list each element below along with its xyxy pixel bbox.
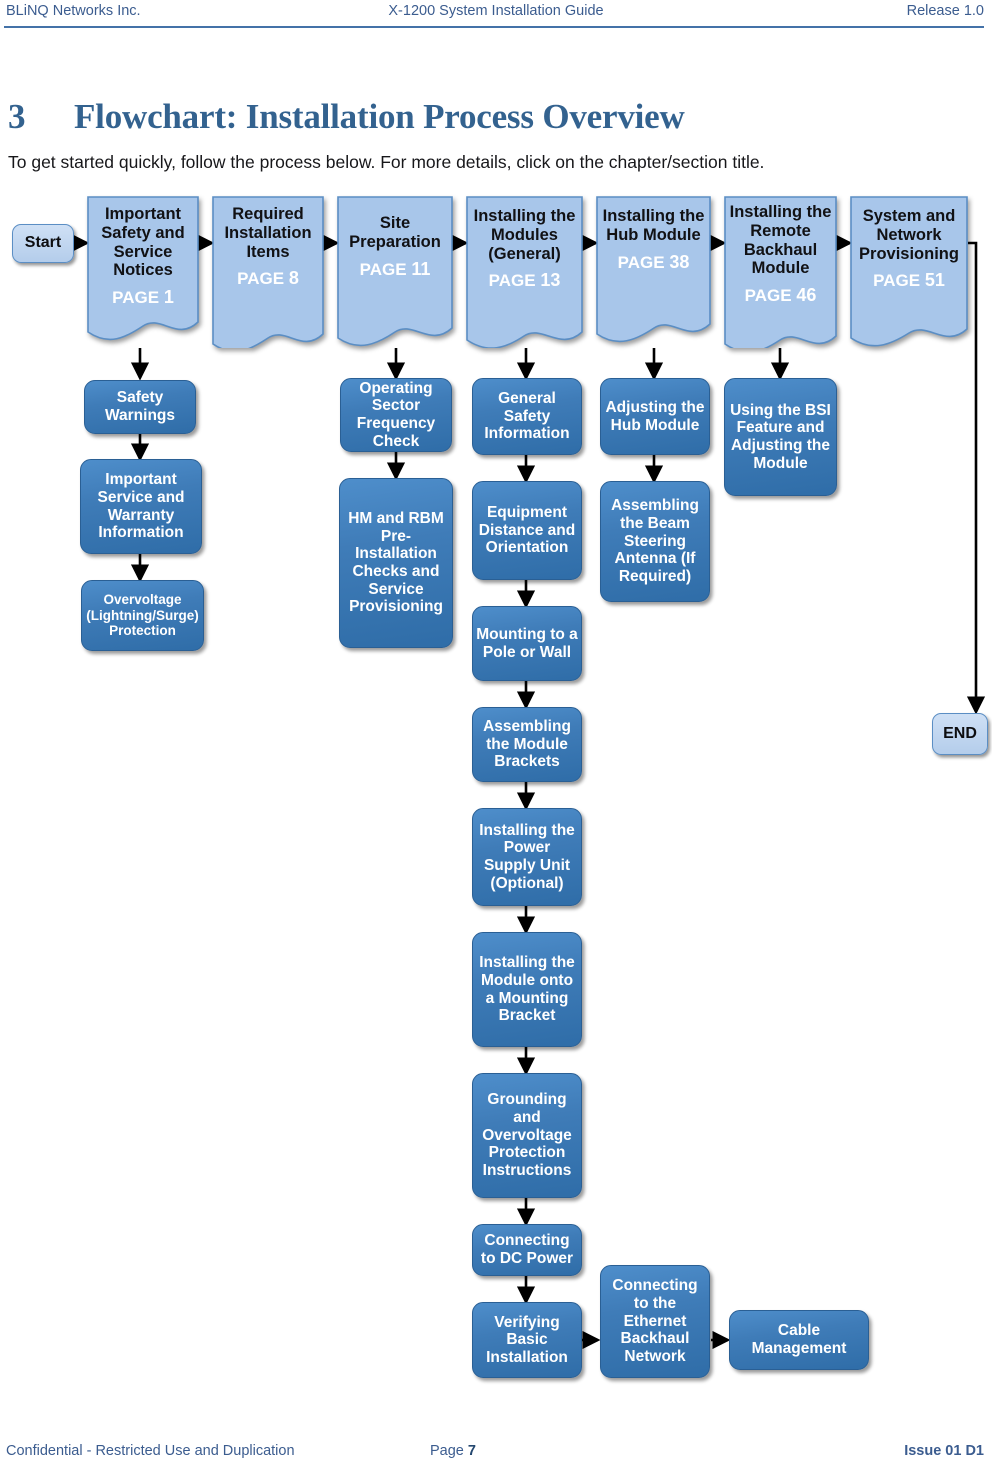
flow-section-adjusting-the-hub-module[interactable]: Adjusting the Hub Module: [600, 378, 710, 455]
flow-chapter-label: Installing the Hub Module: [602, 207, 705, 244]
flow-section-label: Connecting to DC Power: [480, 1232, 574, 1267]
flow-section-connecting-to-the-ethernet-backhaul-network[interactable]: Connecting to the Ethernet Backhaul Netw…: [600, 1265, 710, 1378]
flow-section-label: Cable Management: [751, 1322, 847, 1357]
flow-section-label: Grounding and Overvoltage Protection Ins…: [482, 1091, 572, 1179]
footer-confidential-notice: Confidential - Restricted Use and Duplic…: [6, 1443, 295, 1459]
flow-section-verifying-basic-installation[interactable]: Verifying Basic Installation: [472, 1302, 582, 1378]
flow-section-label: Assembling the Beam Steering Antenna (If…: [611, 497, 699, 585]
footer-page-number: 7: [467, 1443, 476, 1459]
footer-page-indicator: Page 7: [430, 1443, 476, 1459]
flow-section-installing-the-module-onto-a-mounting-bracket[interactable]: Installing the Module onto a Mounting Br…: [472, 932, 582, 1047]
flow-chapter-page: PAGE 38: [617, 251, 690, 272]
flow-section-operating-sector-frequency-check[interactable]: Operating Sector Frequency Check: [340, 378, 452, 452]
flow-section-label: Assembling the Module Brackets: [483, 718, 571, 771]
flow-chapter-label: Installing the Remote Backhaul Module: [729, 203, 832, 278]
flow-section-assembling-the-beam-steering-antenna-if-required[interactable]: Assembling the Beam Steering Antenna (If…: [600, 481, 710, 602]
flow-section-assembling-the-module-brackets[interactable]: Assembling the Module Brackets: [472, 707, 582, 782]
flow-section-label: Important Service and Warranty Informati…: [97, 471, 185, 542]
flow-section-cable-management[interactable]: Cable Management: [729, 1310, 869, 1370]
flow-chapter-label: Required Installation Items: [224, 205, 312, 261]
flow-section-label: General Safety Information: [484, 390, 570, 443]
flow-chapter-page: PAGE 51: [873, 270, 945, 291]
flow-chapter-page: PAGE 11: [359, 258, 431, 279]
flow-node-start-label: Start: [24, 234, 62, 252]
flow-section-important-service-and-warranty-information[interactable]: Important Service and Warranty Informati…: [80, 459, 202, 554]
flow-section-label: Verifying Basic Installation: [486, 1313, 568, 1366]
flow-section-label: Adjusting the Hub Module: [605, 398, 705, 434]
flow-node-start[interactable]: Start: [12, 224, 74, 263]
flow-section-mounting-to-a-pole-or-wall[interactable]: Mounting to a Pole or Wall: [472, 606, 582, 681]
flowchart: Start Important Safety and Service Notic…: [0, 0, 992, 1483]
flow-node-end-label: END: [943, 724, 977, 742]
flow-chapter-label: System and Network Provisioning: [859, 207, 959, 263]
flow-section-hm-and-rbm-pre-installation-checks-and-service-provisioning[interactable]: HM and RBM Pre-Installation Checks and S…: [339, 478, 453, 648]
flow-section-using-the-bsi-feature-and-adjusting-the-module[interactable]: Using the BSI Feature and Adjusting the …: [724, 378, 837, 496]
flow-chapter-label: Site Preparation: [349, 214, 441, 251]
flow-section-installing-the-power-supply-unit-optional[interactable]: Installing the Power Supply Unit (Option…: [472, 808, 582, 906]
flow-section-label: Connecting to the Ethernet Backhaul Netw…: [612, 1277, 698, 1365]
flow-chapter-page: PAGE 46: [744, 285, 817, 306]
flow-section-label: Installing the Module onto a Mounting Br…: [479, 954, 575, 1025]
document-footer: Confidential - Restricted Use and Duplic…: [0, 1443, 992, 1473]
flow-section-grounding-and-overvoltage-protection-instructions[interactable]: Grounding and Overvoltage Protection Ins…: [472, 1073, 582, 1198]
flow-chapter-page: PAGE 1: [112, 287, 174, 308]
flow-chapter-page: PAGE 8: [237, 268, 299, 289]
flow-section-label: Mounting to a Pole or Wall: [476, 625, 578, 661]
flow-section-general-safety-information[interactable]: General Safety Information: [472, 378, 582, 455]
footer-issue: Issue 01 D1: [904, 1443, 984, 1459]
flow-chapter-installing-the-hub-module[interactable]: Installing the Hub Module PAGE 38: [596, 196, 711, 348]
flow-chapter-important-safety-and-service-notices[interactable]: Important Safety and Service Notices PAG…: [87, 196, 199, 348]
flow-section-label: Overvoltage (Lightning/Surge) Protection: [86, 592, 199, 639]
flow-section-label: HM and RBM Pre-Installation Checks and S…: [348, 510, 444, 616]
flow-section-connecting-to-dc-power[interactable]: Connecting to DC Power: [472, 1224, 582, 1276]
flow-section-equipment-distance-and-orientation[interactable]: Equipment Distance and Orientation: [472, 481, 582, 580]
flow-section-label: Operating Sector Frequency Check: [356, 379, 436, 450]
flow-section-overvoltage-lightning-surge-protection[interactable]: Overvoltage (Lightning/Surge) Protection: [81, 580, 204, 651]
flow-section-label: Safety Warnings: [104, 389, 176, 424]
flow-section-safety-warnings[interactable]: Safety Warnings: [84, 380, 196, 434]
flow-chapter-page: PAGE 13: [488, 270, 561, 291]
flow-chapter-label: Installing the Modules (General): [473, 207, 576, 263]
flow-section-label: Equipment Distance and Orientation: [478, 504, 576, 557]
flow-section-label: Using the BSI Feature and Adjusting the …: [730, 401, 831, 472]
flow-chapter-system-and-network-provisioning[interactable]: System and Network Provisioning PAGE 51: [850, 196, 968, 348]
flow-chapter-installing-the-modules-general[interactable]: Installing the Modules (General) PAGE 13: [466, 196, 583, 348]
flow-chapter-required-installation-items[interactable]: Required Installation Items PAGE 8: [212, 196, 324, 348]
flow-chapter-site-preparation[interactable]: Site Preparation PAGE 11: [337, 196, 453, 348]
flow-node-end[interactable]: END: [932, 713, 988, 755]
flow-chapter-installing-the-remote-backhaul-module[interactable]: Installing the Remote Backhaul Module PA…: [724, 196, 837, 348]
flow-chapter-label: Important Safety and Service Notices: [101, 205, 185, 280]
flow-section-label: Installing the Power Supply Unit (Option…: [479, 821, 575, 892]
